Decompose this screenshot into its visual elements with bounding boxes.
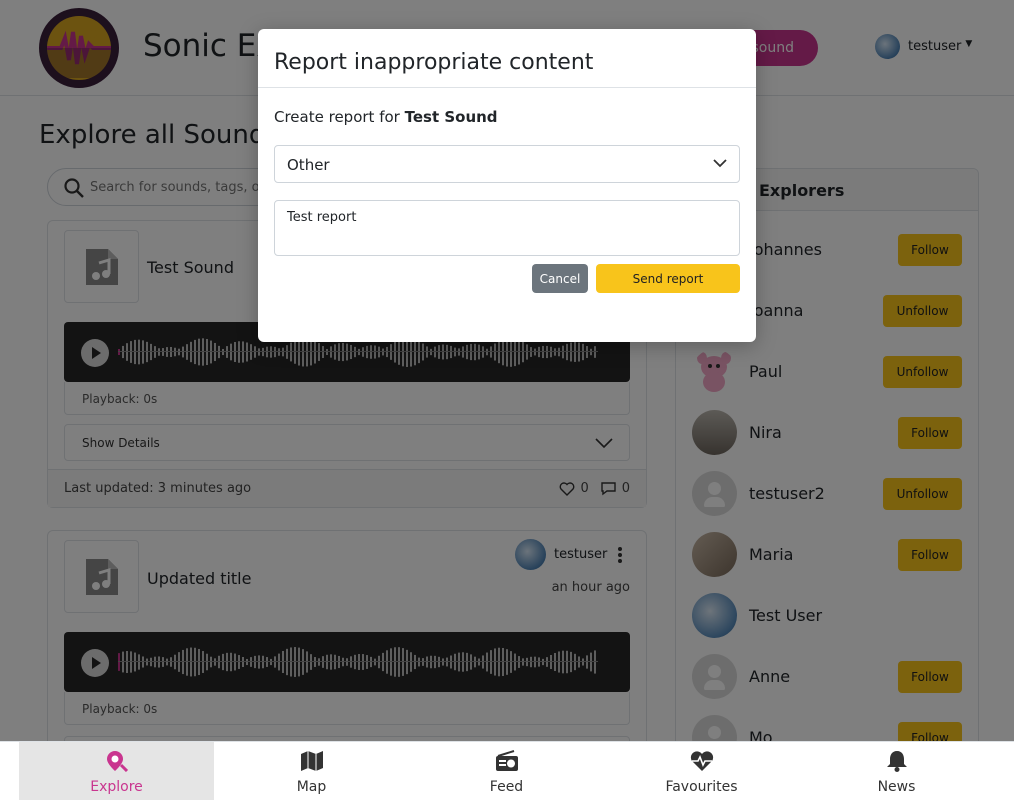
- bottom-navigation: Explore Map Feed Favourites News: [0, 741, 1014, 800]
- nav-label: Feed: [489, 779, 524, 795]
- modal-header: Report inappropriate content: [258, 29, 756, 88]
- nav-label: Map: [296, 779, 327, 795]
- bell-icon: [887, 751, 907, 772]
- nav-favourites[interactable]: Favourites: [604, 742, 799, 800]
- selected-reason: Other: [287, 156, 330, 174]
- nav-label: Explore: [90, 779, 143, 795]
- send-report-button[interactable]: Send report: [596, 264, 740, 293]
- cancel-button[interactable]: Cancel: [532, 264, 588, 293]
- map-icon: [301, 751, 323, 771]
- report-reason-select[interactable]: Other: [274, 145, 740, 183]
- heart-pulse-icon: [690, 751, 714, 771]
- reported-sound-name: Test Sound: [404, 108, 498, 126]
- nav-feed[interactable]: Feed: [409, 742, 604, 800]
- report-modal: Report inappropriate content Create repo…: [258, 29, 756, 342]
- nav-explore[interactable]: Explore: [19, 742, 214, 800]
- map-pin-search-icon: [107, 751, 129, 772]
- nav-map[interactable]: Map: [214, 742, 409, 800]
- nav-label: Favourites: [665, 779, 738, 795]
- chevron-down-icon: [713, 159, 727, 168]
- subtitle-prefix: Create report for: [274, 108, 400, 126]
- modal-subtitle: Create report for Test Sound: [274, 108, 498, 126]
- radio-icon: [496, 750, 518, 771]
- modal-title: Report inappropriate content: [274, 50, 594, 75]
- nav-news[interactable]: News: [799, 742, 994, 800]
- nav-label: News: [877, 779, 916, 795]
- report-description-field[interactable]: Test report: [274, 200, 740, 256]
